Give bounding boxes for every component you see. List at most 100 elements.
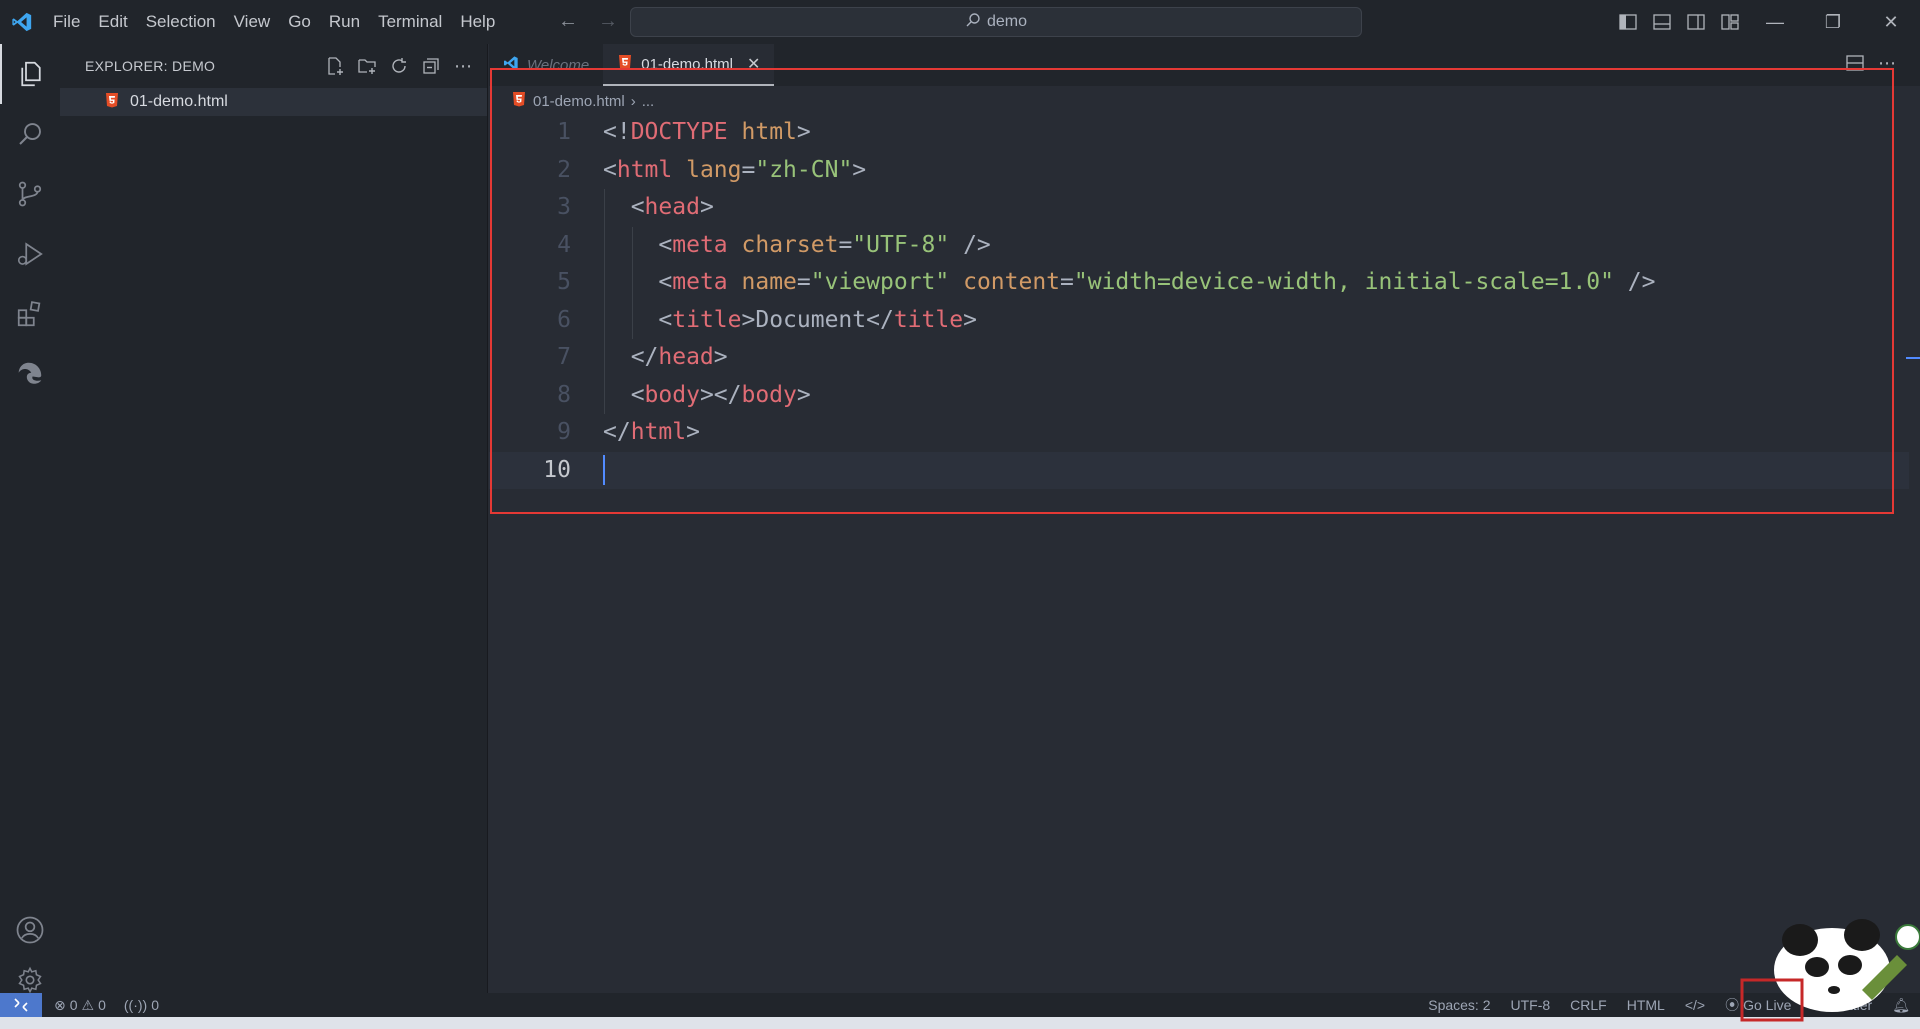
html-file-icon <box>511 91 527 111</box>
tab-welcome[interactable]: Welcome <box>489 44 604 86</box>
code-line[interactable]: 4 <meta charset="UTF-8" /> <box>489 226 1909 265</box>
search-icon <box>965 12 981 33</box>
error-count: 0 <box>69 997 78 1013</box>
line-number: 10 <box>543 456 571 483</box>
breadcrumb-file[interactable]: 01-demo.html <box>533 93 625 110</box>
status-bar: ⊗ 0 ⚠ 0 ((·)) 0 Spaces: 2 UTF-8 CRLF HTM… <box>0 993 1920 1017</box>
new-file-icon[interactable] <box>323 54 347 78</box>
search-sidebar-icon[interactable] <box>0 104 60 164</box>
refresh-icon[interactable] <box>387 54 411 78</box>
code-line[interactable]: 6 <title>Document</title> <box>489 301 1909 339</box>
code-line[interactable]: 9 </html> <box>489 414 1909 452</box>
code-line[interactable]: 2 <html lang="zh-CN"> <box>489 152 1909 190</box>
back-arrow-icon[interactable]: ← <box>556 10 580 34</box>
code-text: <body></body> <box>571 377 811 415</box>
breadcrumb-symbol[interactable]: ... <box>642 93 655 110</box>
problems-status[interactable]: ⊗ 0 ⚠ 0 <box>54 997 106 1014</box>
navigation-arrows: ← → <box>556 10 620 34</box>
code-line[interactable]: 5 <meta name="viewport" content="width=d… <box>489 264 1909 302</box>
code-token: head <box>644 194 700 220</box>
code-editor[interactable]: 1 <!DOCTYPE html> 2 <html lang="zh-CN"> 3 <h… <box>489 114 1909 489</box>
eol-status[interactable]: CRLF <box>1570 997 1607 1013</box>
code-token: > <box>852 156 867 183</box>
code-icon[interactable]: </> <box>1685 997 1705 1013</box>
code-token: "zh-CN" <box>755 156 853 183</box>
indent-guide <box>604 226 605 264</box>
code-text <box>571 452 605 490</box>
file-item[interactable]: 01-demo.html <box>60 88 487 116</box>
close-window-icon[interactable]: ✕ <box>1862 0 1920 44</box>
line-number: 4 <box>557 231 571 258</box>
code-token: </ <box>603 344 659 370</box>
code-text: <!DOCTYPE html> <box>571 114 811 152</box>
editor-actions: ⋯ <box>1846 54 1908 77</box>
language-mode-status[interactable]: HTML <box>1627 997 1665 1013</box>
code-line[interactable]: 10 <box>489 451 1909 490</box>
editor-tabs: Welcome 01-demo.html ✕ <box>489 44 1920 86</box>
code-token: content <box>963 269 1061 295</box>
ports-count: 0 <box>151 997 159 1013</box>
explorer-header: EXPLORER: DEMO ⋯ <box>60 44 487 88</box>
close-tab-icon[interactable]: ✕ <box>747 54 760 74</box>
code-token: > <box>796 119 811 145</box>
indentation-status[interactable]: Spaces: 2 <box>1428 997 1490 1013</box>
customize-layout-icon[interactable] <box>1718 10 1742 34</box>
accounts-icon[interactable] <box>0 900 60 960</box>
line-number: 6 <box>557 306 571 333</box>
line-number: 3 <box>557 194 571 220</box>
menu-view[interactable]: View <box>225 7 280 37</box>
minimize-icon[interactable]: — <box>1746 0 1804 44</box>
menu-edit[interactable]: Edit <box>89 7 136 37</box>
code-text: </html> <box>571 414 700 452</box>
edge-devtools-icon[interactable] <box>0 344 60 404</box>
menu-run[interactable]: Run <box>320 7 369 37</box>
line-number: 9 <box>557 419 571 445</box>
code-token: "viewport" <box>810 269 950 295</box>
code-text: <meta name="viewport" content="width=dev… <box>571 264 1655 302</box>
vscode-welcome-icon <box>503 55 519 75</box>
toggle-secondary-sidebar-icon[interactable] <box>1684 10 1708 34</box>
indent-guide <box>631 301 633 339</box>
new-folder-icon[interactable] <box>355 54 379 78</box>
code-line[interactable]: 8 <body></body> <box>489 376 1909 415</box>
broadcast-icon: ((·)) <box>123 997 148 1013</box>
tab-01-demo-html[interactable]: 01-demo.html ✕ <box>603 44 775 86</box>
code-line[interactable]: 7 </head> <box>489 339 1909 377</box>
editor-more-icon[interactable]: ⋯ <box>1878 54 1896 77</box>
code-token: < <box>603 269 673 295</box>
explorer-icon[interactable] <box>0 44 60 104</box>
run-debug-icon[interactable] <box>0 224 60 284</box>
toggle-primary-sidebar-icon[interactable] <box>1616 10 1640 34</box>
toggle-panel-icon[interactable] <box>1650 10 1674 34</box>
forward-arrow-icon[interactable]: → <box>596 10 620 34</box>
panda-mascot-icon <box>1740 919 1920 1022</box>
more-actions-icon[interactable]: ⋯ <box>451 54 475 78</box>
menu-go[interactable]: Go <box>279 7 320 37</box>
code-line[interactable]: 1 <!DOCTYPE html> <box>489 114 1909 152</box>
line-number: 7 <box>557 344 571 370</box>
code-token: = <box>838 231 853 258</box>
explorer-title: EXPLORER: DEMO <box>85 58 216 74</box>
code-text: <meta charset="UTF-8" /> <box>571 227 990 265</box>
code-token: <! <box>603 119 631 145</box>
collapse-all-icon[interactable] <box>419 54 443 78</box>
remote-indicator-icon[interactable] <box>0 993 42 1017</box>
encoding-status[interactable]: UTF-8 <box>1511 997 1551 1013</box>
menu-terminal[interactable]: Terminal <box>369 7 451 37</box>
code-line[interactable]: 3 <head> <box>489 189 1909 227</box>
extensions-icon[interactable] <box>0 284 60 344</box>
menu-help[interactable]: Help <box>451 7 504 37</box>
code-token: ></ <box>699 381 742 408</box>
split-editor-icon[interactable] <box>1846 54 1864 77</box>
code-token: body <box>644 381 700 408</box>
error-icon: ⊗ <box>54 996 66 1013</box>
restore-icon[interactable]: ❐ <box>1804 0 1862 44</box>
menu-selection[interactable]: Selection <box>137 7 225 37</box>
ports-status[interactable]: ((·)) 0 <box>124 997 159 1013</box>
menu-file[interactable]: File <box>44 7 89 37</box>
command-center-search[interactable]: demo <box>630 7 1362 37</box>
text-cursor <box>603 455 605 485</box>
indent-guide <box>604 339 605 377</box>
source-control-icon[interactable] <box>0 164 60 224</box>
